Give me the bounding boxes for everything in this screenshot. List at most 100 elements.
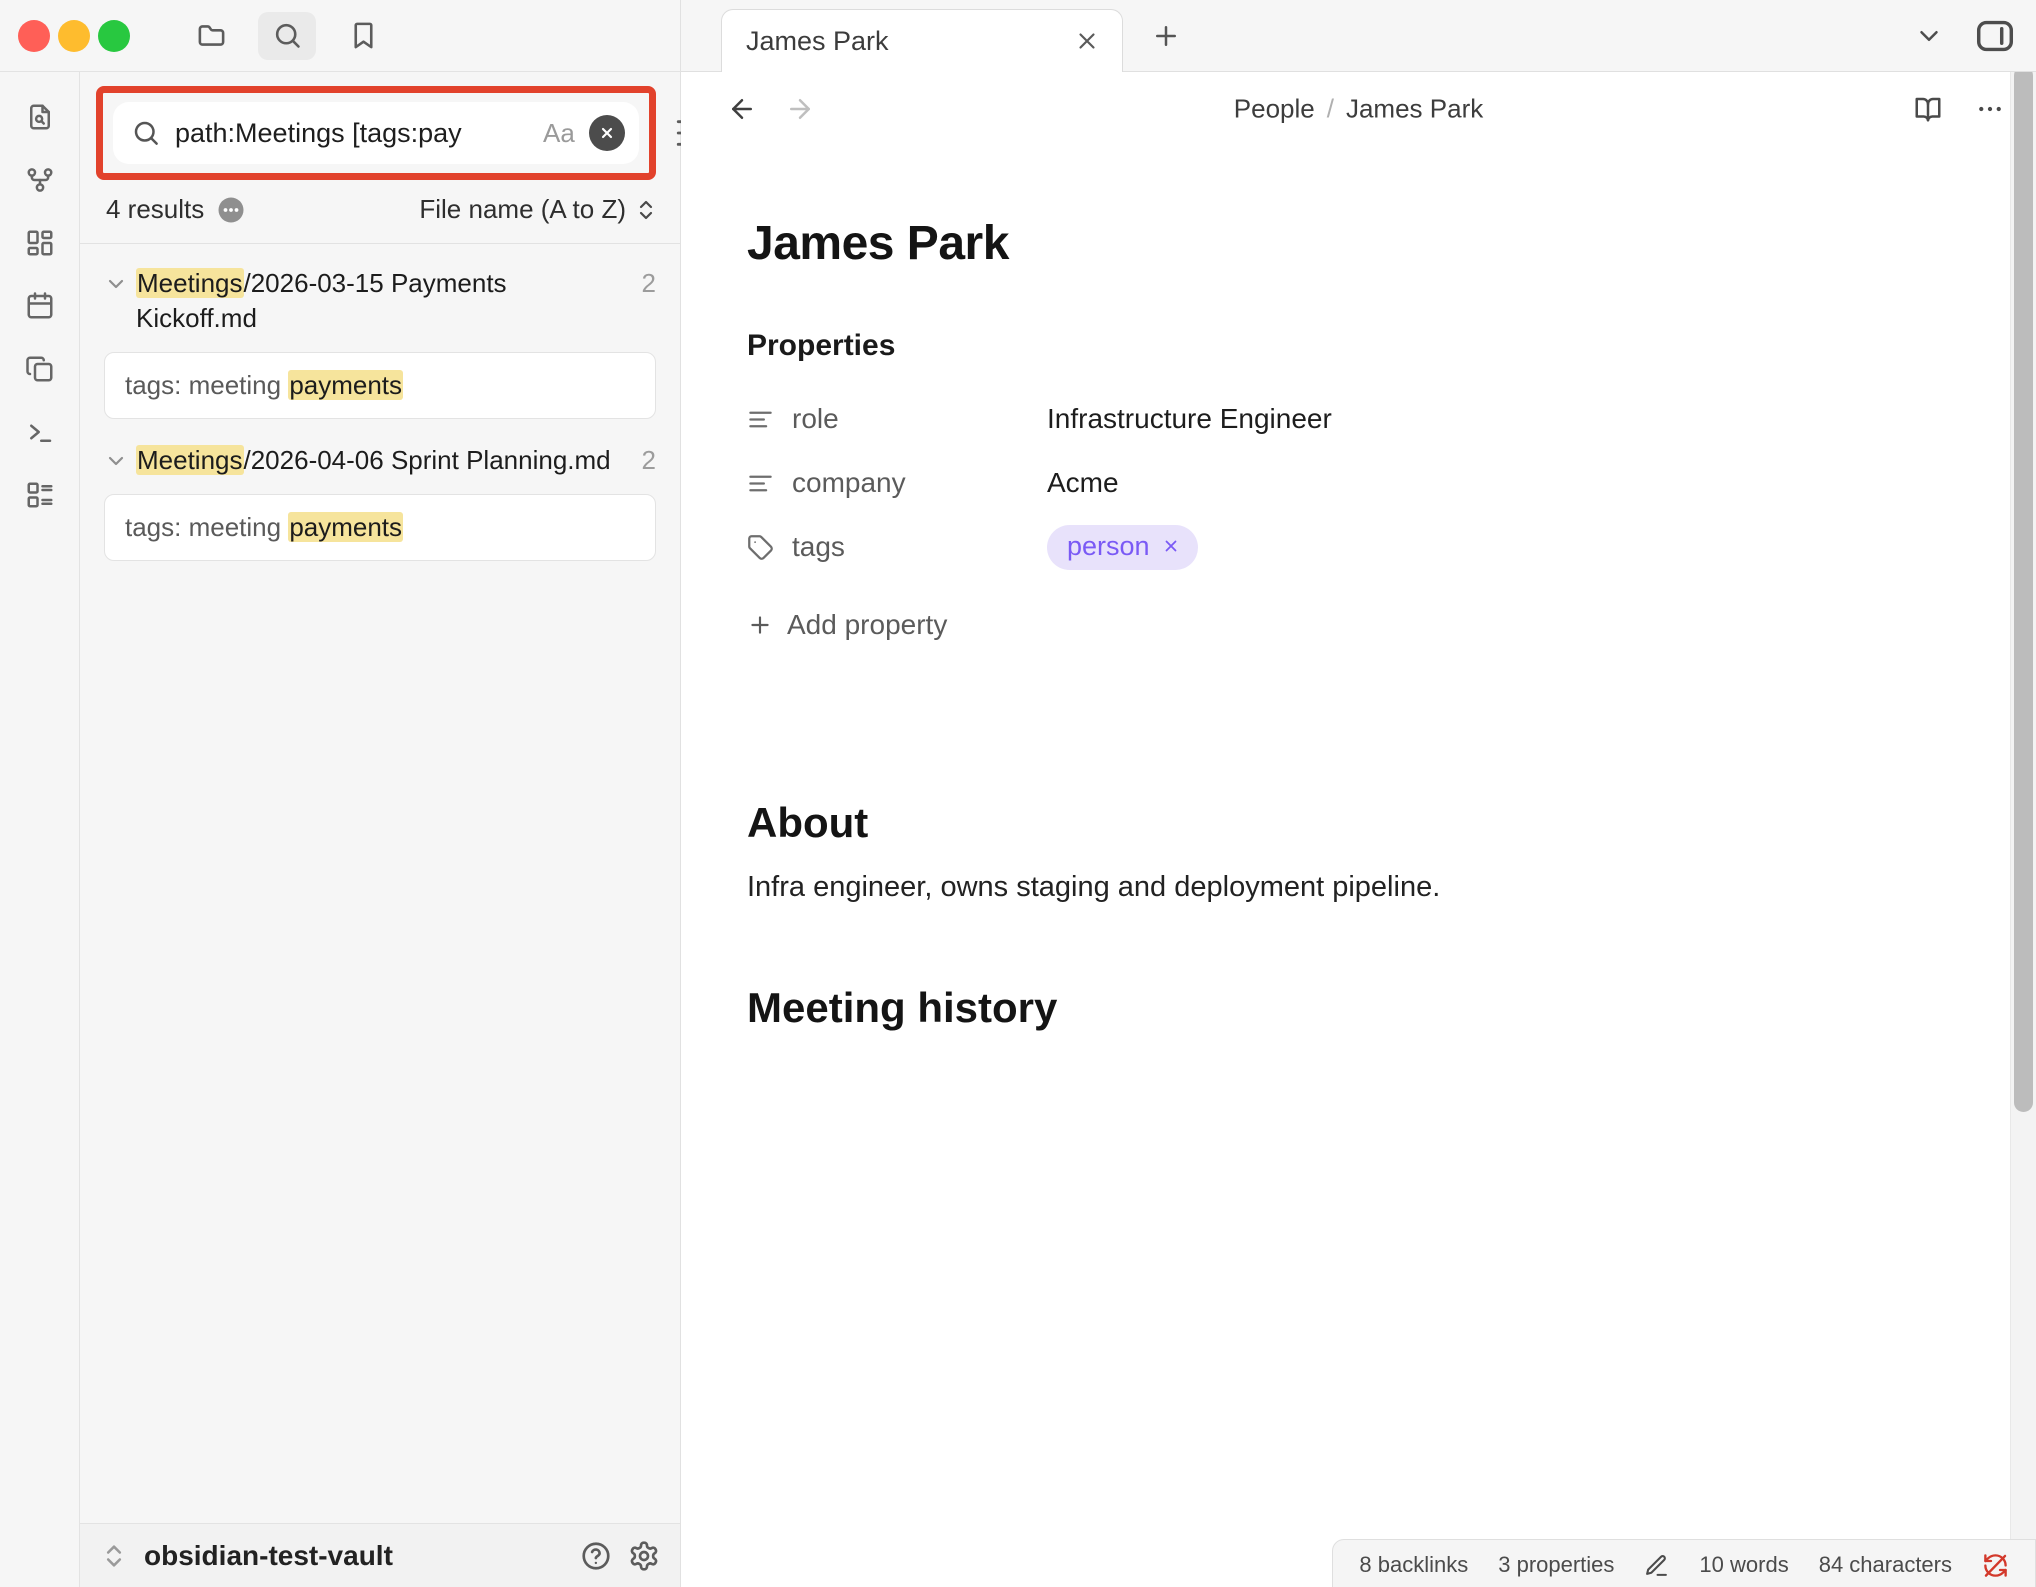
align-left-icon [747,406,774,433]
tab-list-button[interactable] [1914,21,1944,51]
search-result: Meetings/2026-04-06 Sprint Planning.md 2… [100,443,660,561]
canvas-ribbon-button[interactable] [24,228,56,258]
layout-list-ribbon-button[interactable] [24,480,56,510]
chevron-down-icon[interactable] [104,449,128,473]
word-count: 10 words [1699,1552,1788,1578]
property-key-role[interactable]: role [747,403,1047,435]
vault-switcher-button[interactable] [100,1542,128,1570]
meeting-history-heading: Meeting history [747,984,1896,1032]
tag-label: person [1067,531,1150,562]
match-snippet[interactable]: tags: meeting payments [104,494,656,561]
obsidian-window: Aa 4 results File name (A to Z) [0,0,2036,1587]
terminal-ribbon-button[interactable] [24,417,56,447]
edit-mode-toggle[interactable] [1644,1553,1669,1578]
breadcrumb-section[interactable]: People [1234,94,1315,125]
right-sidebar-toggle-button[interactable] [1972,13,2018,59]
match-case-toggle[interactable]: Aa [543,118,575,149]
graph-icon [25,165,55,195]
search-box: Aa [113,102,639,164]
match-highlight: payments [288,512,403,542]
clear-search-button[interactable] [589,115,625,151]
tag-pill-person[interactable]: person [1047,525,1198,570]
result-file-path: Meetings/2026-04-06 Sprint Planning.md [136,443,634,478]
character-count: 84 characters [1819,1552,1952,1578]
book-open-icon [1913,94,1943,124]
add-property-button[interactable]: Add property [747,609,1896,641]
more-options-button[interactable] [1974,93,2006,125]
chevron-down-icon [1914,21,1944,51]
breadcrumb-page[interactable]: James Park [1346,94,1483,125]
close-window-button[interactable] [18,20,50,52]
tab-james-park[interactable]: James Park [721,9,1123,72]
search-info-button[interactable] [216,195,246,225]
forward-button[interactable] [785,94,815,124]
file-search-icon [25,102,55,132]
property-value-company[interactable]: Acme [1047,467,1119,499]
align-left-icon [747,470,774,497]
tab-close-button[interactable] [1072,26,1102,56]
add-property-label: Add property [787,609,947,641]
pen-line-icon [1644,1553,1669,1578]
inline-note-title[interactable]: James Park [747,216,1896,271]
scrollbar-thumb[interactable] [2014,72,2033,1112]
result-match-count: 2 [642,268,656,299]
match-highlight: payments [288,370,403,400]
close-icon [599,125,615,141]
result-file-title[interactable]: Meetings/2026-03-15 Payments Kickoff.md … [100,266,660,336]
magnifier-icon [131,118,161,148]
property-value-tags: person [1047,525,1198,570]
main-pane: James Park People / James Park [681,0,2036,1587]
graph-view-ribbon-button[interactable] [24,165,56,195]
search-input[interactable] [175,118,529,149]
chevron-down-icon[interactable] [104,272,128,296]
templates-ribbon-button[interactable] [24,354,56,384]
match-snippet[interactable]: tags: meeting payments [104,352,656,419]
help-button[interactable] [580,1540,612,1572]
about-paragraph: Infra engineer, owns staging and deploym… [747,871,1896,904]
property-key-tags[interactable]: tags [747,531,1047,563]
result-file-title[interactable]: Meetings/2026-04-06 Sprint Planning.md 2 [100,443,660,478]
scrollbar-track [2010,72,2036,1587]
settings-button[interactable] [628,1540,660,1572]
daily-note-ribbon-button[interactable] [24,291,56,321]
property-name: role [792,403,839,435]
property-value-role[interactable]: Infrastructure Engineer [1047,403,1332,435]
properties-count[interactable]: 3 properties [1498,1552,1614,1578]
property-row: role Infrastructure Engineer [747,387,1896,451]
property-row: company Acme [747,451,1896,515]
vault-name[interactable]: obsidian-test-vault [144,1540,393,1572]
back-button[interactable] [727,94,757,124]
reading-view-button[interactable] [1912,93,1944,125]
calendar-icon [25,291,55,321]
property-key-company[interactable]: company [747,467,1047,499]
note-view: People / James Park James Park Propertie… [681,72,2036,1587]
chevrons-up-down-icon [634,198,658,222]
minimize-window-button[interactable] [58,20,90,52]
file-search-ribbon-button[interactable] [24,102,56,132]
search-icon [272,20,303,51]
sort-order-label: File name (A to Z) [419,194,626,225]
ellipsis-icon [1975,94,2005,124]
view-header: People / James Park [681,72,2036,146]
path-match-highlight: Meetings [136,268,244,298]
new-tab-button[interactable] [1149,19,1183,53]
result-file-path: Meetings/2026-03-15 Payments Kickoff.md [136,266,634,336]
bookmarks-tab-button[interactable] [334,12,392,60]
backlinks-count[interactable]: 8 backlinks [1359,1552,1468,1578]
copy-icon [25,354,55,384]
property-name: tags [792,531,845,563]
results-count: 4 results [106,194,246,225]
files-tab-button[interactable] [182,12,240,60]
annotation-highlight-box: Aa [96,86,656,180]
search-results: Meetings/2026-03-15 Payments Kickoff.md … [80,244,680,1523]
bookmark-icon [348,20,379,51]
path-rest: /2026-04-06 Sprint Planning.md [244,445,611,475]
properties-heading: Properties [747,329,1896,363]
sort-order-button[interactable]: File name (A to Z) [419,194,658,225]
search-tab-button[interactable] [258,12,316,60]
plus-icon [747,612,773,638]
sync-off-icon[interactable] [1982,1552,2009,1579]
plus-icon [1151,21,1181,51]
zoom-window-button[interactable] [98,20,130,52]
breadcrumb-separator: / [1327,94,1334,125]
